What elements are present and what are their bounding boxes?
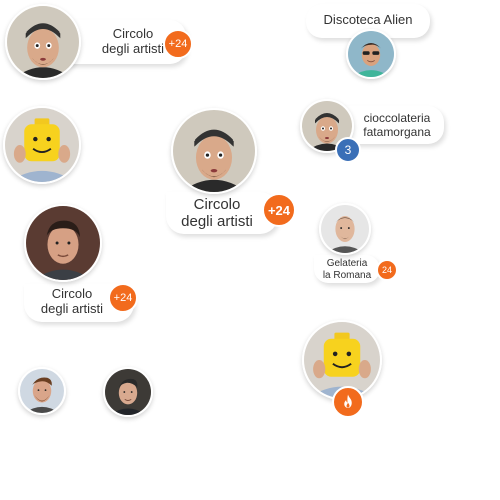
avatar-photo [26, 206, 100, 280]
place-label-pill[interactable]: Circolo degli artisti [166, 192, 278, 234]
place-name-line1: Circolo [193, 196, 241, 213]
avatar[interactable] [346, 29, 396, 79]
avatar-photo [20, 369, 64, 413]
avatar[interactable] [24, 204, 102, 282]
count-badge: +24 [163, 29, 193, 59]
place-name: Discoteca Alien [323, 12, 413, 27]
count-badge: +24 [262, 193, 296, 227]
count-badge: 24 [376, 259, 398, 281]
flame-badge [332, 386, 364, 418]
count-badge: 3 [335, 137, 361, 163]
avatar-photo [7, 6, 79, 78]
avatar-photo [348, 31, 394, 77]
avatar-photo [173, 110, 255, 192]
avatar[interactable] [103, 367, 153, 417]
place-name-line1: Gelateria [326, 258, 368, 269]
avatar-photo [5, 108, 79, 182]
place-name-line1: Circolo [51, 286, 93, 301]
place-name-line2: la Romana [322, 269, 372, 281]
avatar-photo [105, 369, 151, 415]
flame-icon [344, 394, 352, 408]
avatar[interactable] [319, 203, 371, 255]
avatar[interactable] [18, 367, 66, 415]
place-name-line2: degli artisti [40, 300, 104, 316]
avatar[interactable] [5, 4, 81, 80]
avatar[interactable] [171, 108, 257, 194]
place-name-line2: degli artisti [181, 213, 253, 231]
place-name-line2: fatamorgana [363, 124, 431, 139]
count-badge: +24 [108, 283, 138, 313]
avatar-photo [321, 205, 369, 253]
place-label-pill[interactable]: Gelateria la Romana [314, 255, 380, 283]
place-name-line1: cioccolateria [363, 111, 431, 125]
avatar[interactable] [3, 106, 81, 184]
